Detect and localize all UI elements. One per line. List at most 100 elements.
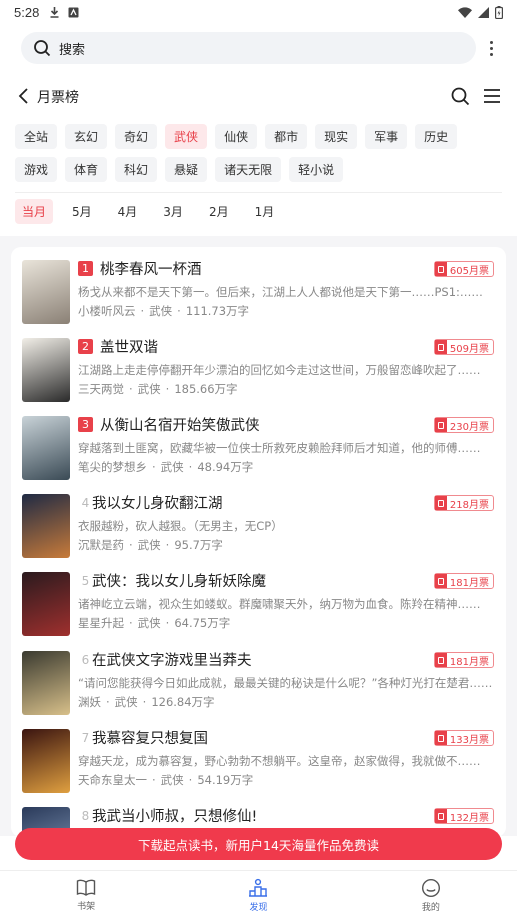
category-chip[interactable]: 都市: [265, 124, 308, 149]
tab-label: 发现: [249, 902, 268, 913]
monthly-ticket-badge: 132月票: [433, 808, 494, 824]
monthly-ticket-badge: 509月票: [433, 339, 494, 355]
book-author[interactable]: 沉默是药: [78, 538, 124, 552]
signal-icon: [478, 6, 489, 18]
book-cover[interactable]: [22, 651, 70, 715]
book-title[interactable]: 我慕容复只想复国: [92, 727, 208, 748]
category-chip[interactable]: 全站: [15, 124, 58, 149]
ranking-list: 1 桃李春风一杯酒 605月票 杨戈从来都不是天下第一。但后来，江湖上人人都说他是天下…: [11, 247, 506, 837]
ticket-icon: [434, 340, 447, 354]
book-word-count: 54.19万字: [197, 773, 254, 787]
category-filter: 全站 玄幻 奇幻 武侠 仙侠 都市 现实 军事 历史游戏 体育 科幻 悬疑 诸天无限 轻小说: [15, 124, 485, 182]
book-genre: 武侠: [137, 538, 161, 552]
book-cover[interactable]: [22, 572, 70, 636]
book-meta: 渊妖 · 武侠 · 126.84万字: [78, 694, 215, 710]
rank-badge: 3: [78, 417, 93, 432]
book-genre: 武侠: [114, 695, 138, 709]
category-chip[interactable]: 现实: [315, 124, 358, 149]
book-cover[interactable]: [22, 260, 70, 324]
ticket-count: 133月票: [449, 734, 489, 746]
book-title[interactable]: 我武当小师叔，只想修仙!: [92, 805, 257, 826]
book-cover[interactable]: [22, 338, 70, 402]
list-item[interactable]: 3 从衡山名宿开始笑傲武侠 230月票穿越落到土匪窝，欧藏华被一位侠士所救死皮赖脸拜…: [22, 416, 494, 482]
book-description: 衣服越粉，砍人越狠。（无男主，无CP）: [78, 519, 283, 533]
list-item[interactable]: 5 武侠：我以女儿身斩妖除魔 181月票 诸神屹立云端，视众生如蝼蚁。群魔啸聚天外，纳…: [22, 572, 494, 638]
book-title[interactable]: 桃李春风一杯酒: [100, 258, 202, 279]
book-genre: 武侠: [137, 616, 161, 630]
profile-icon: [421, 878, 440, 897]
category-chip[interactable]: 诸天无限: [215, 157, 282, 182]
book-description: 穿越落到土匪窝，欧藏华被一位侠士所救死皮赖脸拜师后才知道，他的师傅……: [78, 441, 481, 455]
meta-separator: ·: [140, 304, 145, 318]
category-chip[interactable]: 游戏: [15, 157, 58, 182]
rank-badge: 7: [81, 730, 90, 745]
ticket-icon: [434, 731, 447, 745]
book-author[interactable]: 天命东皇太一: [78, 773, 147, 787]
category-chip[interactable]: 体育: [65, 157, 108, 182]
list-item[interactable]: 1 桃李春风一杯酒 605月票 杨戈从来都不是天下第一。但后来，江湖上人人都说他是天下…: [22, 260, 494, 326]
search-icon[interactable]: [450, 86, 470, 106]
category-chip[interactable]: 奇幻: [115, 124, 158, 149]
category-chip[interactable]: 玄幻: [65, 124, 108, 149]
meta-separator: ·: [177, 304, 181, 318]
book-description: “请问您能获得今日如此成就，最最关键的秘诀是什么呢？”各种灯光打在楚君……: [78, 676, 493, 690]
book-author[interactable]: 星星升起: [78, 616, 124, 630]
category-chip[interactable]: 科幻: [115, 157, 158, 182]
month-tab[interactable]: 5月: [65, 199, 99, 224]
book-description: 杨戈从来都不是天下第一。但后来，江湖上人人都说他是天下第一……PS1:……: [78, 285, 483, 299]
book-title[interactable]: 我以女儿身砍翻江湖: [92, 492, 223, 513]
tab-profile[interactable]: 我的: [345, 871, 517, 919]
book-author[interactable]: 渊妖: [78, 695, 101, 709]
month-tab[interactable]: 1月: [248, 199, 282, 224]
category-chip[interactable]: 历史: [415, 124, 458, 149]
category-chip[interactable]: 悬疑: [165, 157, 208, 182]
month-tab[interactable]: 2月: [202, 199, 236, 224]
ticket-count: 181月票: [449, 577, 489, 589]
book-title[interactable]: 从衡山名宿开始笑傲武侠: [100, 414, 260, 435]
search-input[interactable]: 搜索: [21, 32, 476, 64]
book-title[interactable]: 武侠：我以女儿身斩妖除魔: [92, 570, 266, 591]
book-word-count: 185.66万字: [174, 382, 238, 396]
discover-icon: [249, 878, 268, 897]
menu-icon[interactable]: [482, 86, 502, 106]
download-app-banner[interactable]: 下载起点读书，新用户14天海量作品免费读: [15, 828, 502, 860]
month-tab[interactable]: 4月: [111, 199, 145, 224]
category-chip[interactable]: 武侠: [165, 124, 208, 149]
category-chip[interactable]: 仙侠: [215, 124, 258, 149]
tab-discover[interactable]: 发现: [172, 871, 344, 919]
book-cover[interactable]: [22, 729, 70, 793]
category-chip[interactable]: 轻小说: [289, 157, 344, 182]
search-icon: [34, 40, 51, 57]
monthly-ticket-badge: 230月票: [433, 417, 494, 433]
list-item[interactable]: 2 盖世双谐 509月票 江湖路上走走停停翻开年少漂泊的回忆如今走过这世间，万般留恋峰…: [22, 338, 494, 404]
book-word-count: 95.7万字: [174, 538, 223, 552]
more-options-icon[interactable]: [480, 36, 502, 60]
book-author[interactable]: 小楼听风云: [78, 304, 136, 318]
list-item[interactable]: 7 我慕容复只想复国 133月票 穿越天龙，成为慕容复，野心勃勃不想躺平。这皇帝，赵家…: [22, 729, 494, 795]
back-icon[interactable]: [14, 86, 34, 106]
list-item[interactable]: 6 在武侠文字游戏里当莽夫 181月票 “请问您能获得今日如此成就，最最关键的秘诀是什…: [22, 651, 494, 717]
ticket-count: 509月票: [449, 343, 489, 355]
book-cover[interactable]: [22, 416, 70, 480]
book-meta: 三天两觉 · 武侠 · 185.66万字: [78, 381, 238, 397]
book-genre: 武侠: [137, 382, 161, 396]
book-meta: 小楼听风云 · 武侠 · 111.73万字: [78, 303, 249, 319]
search-row: 搜索: [0, 30, 517, 68]
book-cover[interactable]: [22, 494, 70, 558]
book-genre: 武侠: [149, 304, 173, 318]
book-title[interactable]: 盖世双谐: [100, 336, 158, 357]
tab-bookshelf[interactable]: 书架: [0, 871, 172, 919]
ticket-icon: [434, 809, 447, 823]
search-placeholder: 搜索: [59, 42, 86, 58]
month-tab[interactable]: 3月: [156, 199, 190, 224]
book-genre: 武侠: [160, 460, 184, 474]
book-genre: 武侠: [160, 773, 184, 787]
meta-separator: ·: [142, 695, 147, 709]
book-title[interactable]: 在武侠文字游戏里当莽夫: [92, 649, 252, 670]
month-tab[interactable]: 当月: [15, 199, 54, 224]
book-author[interactable]: 三天两觉: [78, 382, 124, 396]
category-chip[interactable]: 军事: [365, 124, 408, 149]
rank-badge: 1: [78, 261, 93, 276]
list-item[interactable]: 4 我以女儿身砍翻江湖 218月票 衣服越粉，砍人越狠。（无男主，无CP） 沉默是药 · 武…: [22, 494, 494, 560]
book-author[interactable]: 笔尖的梦想乡: [78, 460, 147, 474]
